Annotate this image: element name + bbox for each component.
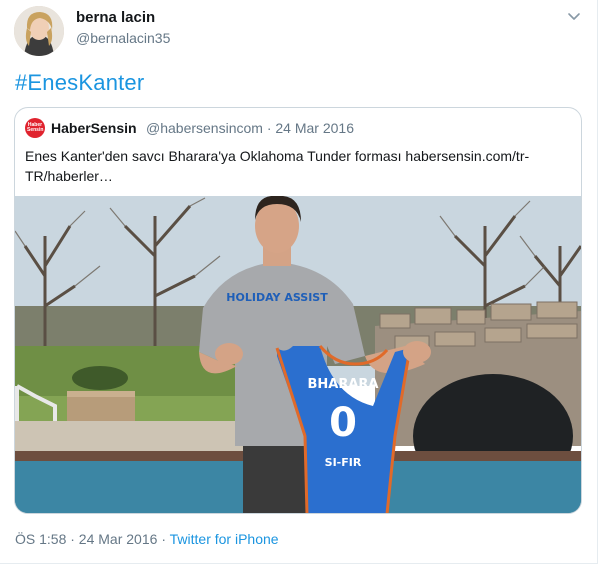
quoted-photo[interactable]: HOLIDAY ASSIST BHARARA 0 SI-FIR: [15, 195, 581, 513]
quoted-meta: @habersensincom · 24 Mar 2016: [146, 120, 354, 136]
tweet-footer: ÖS 1:58 · 24 Mar 2016 · Twitter for iPho…: [15, 531, 279, 547]
jersey-number: 0: [329, 400, 357, 446]
habersensin-logo-icon: Haber Sensin: [25, 118, 45, 138]
quoted-text: Enes Kanter'den savcı Bharara'ya Oklahom…: [25, 148, 530, 184]
quoted-author-name[interactable]: HaberSensin: [51, 120, 137, 136]
author-handle[interactable]: @bernalacin35: [76, 30, 170, 46]
meta-separator: ·: [266, 120, 272, 136]
photo-image: HOLIDAY ASSIST BHARARA 0 SI-FIR: [15, 195, 581, 513]
author-name[interactable]: berna lacin: [76, 9, 155, 26]
tweet: berna lacin @bernalacin35 #EnesKanter Ha…: [0, 0, 598, 564]
shirt-text: HOLIDAY ASSIST: [226, 291, 328, 304]
quoted-tweet[interactable]: Haber Sensin HaberSensin @habersensincom…: [14, 107, 582, 514]
quoted-date[interactable]: 24 Mar 2016: [275, 120, 354, 136]
hashtag-link[interactable]: #EnesKanter: [15, 70, 144, 96]
chevron-down-icon[interactable]: [566, 8, 582, 24]
author-avatar[interactable]: [14, 6, 64, 56]
avatar-image: [14, 6, 64, 56]
tweet-timestamp[interactable]: ÖS 1:58 · 24 Mar 2016: [15, 531, 157, 547]
footer-separator: ·: [161, 531, 166, 547]
tweet-source-link[interactable]: Twitter for iPhone: [170, 531, 279, 547]
jersey-bottom-text: SI-FIR: [325, 456, 362, 469]
jersey-name: BHARARA: [308, 377, 379, 392]
quoted-author-handle[interactable]: @habersensincom: [146, 120, 263, 136]
logo-text: Haber Sensin: [27, 122, 44, 133]
